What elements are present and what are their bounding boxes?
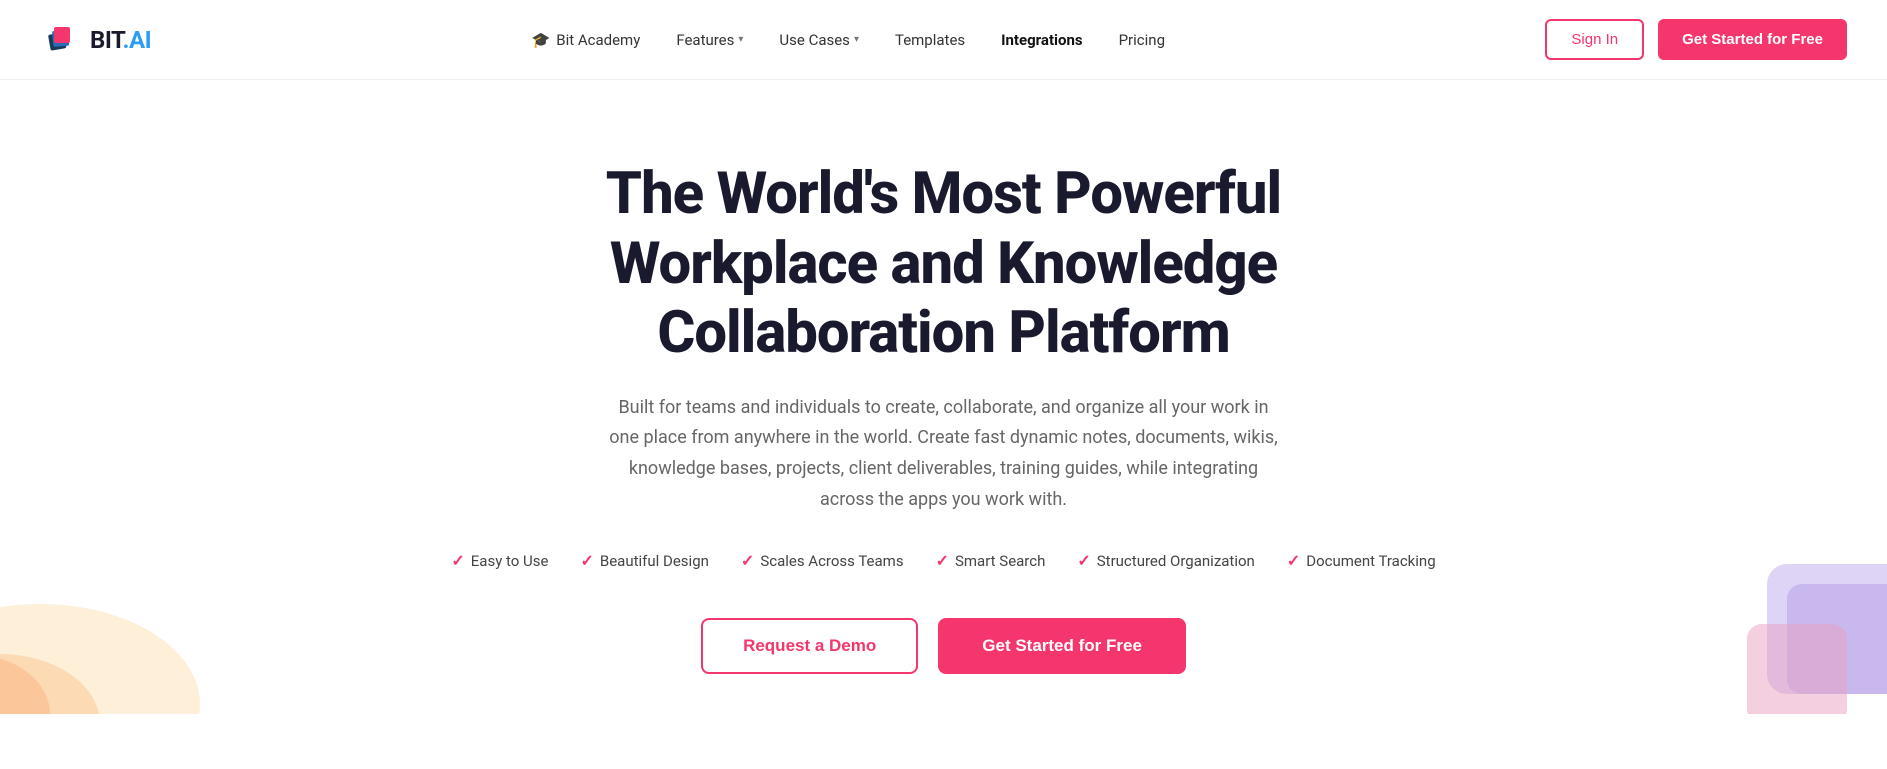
get-started-header-button[interactable]: Get Started for Free (1658, 19, 1847, 60)
feature-badge-structured-organization: ✓ Structured Organization (1077, 551, 1254, 570)
check-icon-4: ✓ (936, 551, 949, 570)
graduation-cap-icon: 🎓 (532, 31, 551, 49)
check-icon-5: ✓ (1077, 551, 1090, 570)
blob-right-decoration (1687, 564, 1887, 714)
nav-item-bit-academy[interactable]: 🎓 Bit Academy (532, 31, 641, 49)
main-nav: 🎓 Bit Academy Features ▾ Use Cases ▾ Tem… (532, 31, 1165, 49)
feature-badge-beautiful-design: ✓ Beautiful Design (580, 551, 708, 570)
chevron-down-icon: ▾ (738, 34, 743, 45)
nav-item-use-cases[interactable]: Use Cases ▾ (779, 31, 859, 49)
check-icon-1: ✓ (451, 551, 464, 570)
nav-item-integrations[interactable]: Integrations (1001, 31, 1082, 49)
feature-badge-smart-search: ✓ Smart Search (936, 551, 1046, 570)
check-icon-6: ✓ (1287, 551, 1300, 570)
hero-section: The World's Most Powerful Workplace and … (0, 80, 1887, 714)
get-started-hero-button[interactable]: Get Started for Free (938, 618, 1186, 674)
hero-subtitle: Built for teams and individuals to creat… (604, 393, 1284, 515)
features-row: ✓ Easy to Use ✓ Beautiful Design ✓ Scale… (451, 551, 1435, 570)
check-icon-2: ✓ (580, 551, 593, 570)
nav-item-templates[interactable]: Templates (895, 31, 965, 49)
blob-left-decoration (0, 544, 220, 714)
header: BIT.AI 🎓 Bit Academy Features ▾ Use Case… (0, 0, 1887, 80)
check-icon-3: ✓ (741, 551, 754, 570)
nav-item-pricing[interactable]: Pricing (1119, 31, 1165, 49)
request-demo-button[interactable]: Request a Demo (701, 618, 918, 674)
feature-badge-scales-across-teams: ✓ Scales Across Teams (741, 551, 904, 570)
signin-button[interactable]: Sign In (1545, 19, 1644, 60)
logo-text-bit: BIT.AI (90, 26, 151, 54)
chevron-down-icon-2: ▾ (854, 34, 859, 45)
feature-badge-easy-to-use: ✓ Easy to Use (451, 551, 548, 570)
cta-row: Request a Demo Get Started for Free (701, 618, 1186, 674)
header-actions: Sign In Get Started for Free (1545, 19, 1847, 60)
hero-title: The World's Most Powerful Workplace and … (494, 160, 1394, 369)
feature-badge-document-tracking: ✓ Document Tracking (1287, 551, 1436, 570)
logo[interactable]: BIT.AI (40, 19, 151, 61)
logo-icon (40, 19, 82, 61)
nav-item-features[interactable]: Features ▾ (676, 31, 743, 49)
